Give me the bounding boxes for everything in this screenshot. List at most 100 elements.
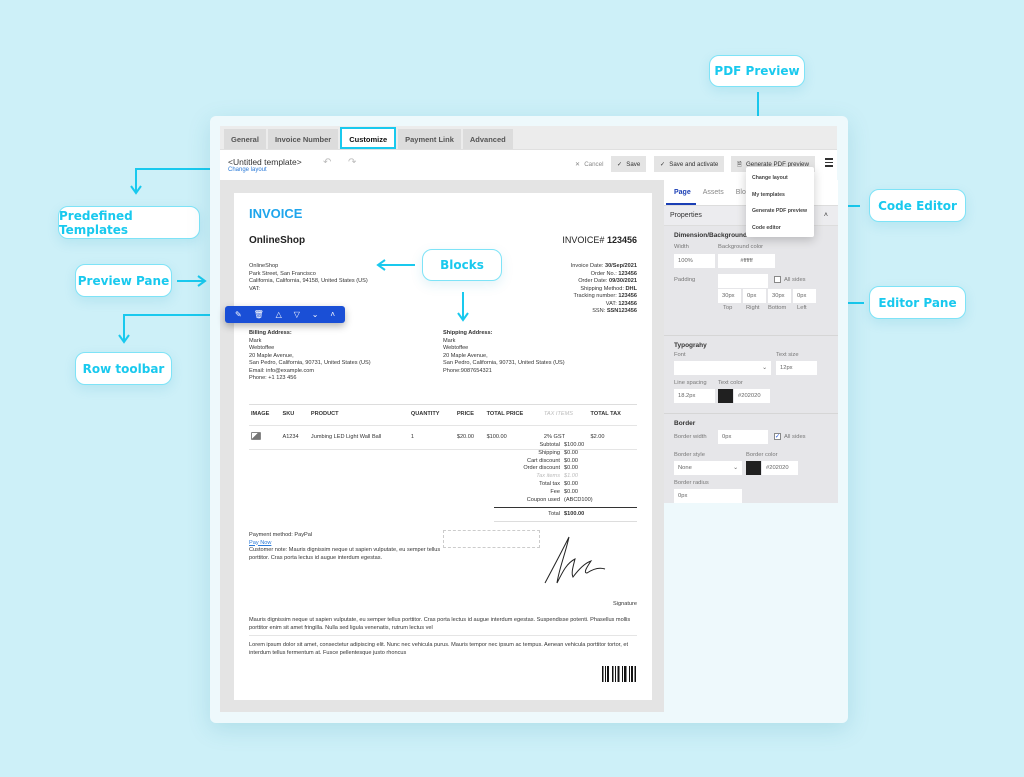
line-spacing-input[interactable]: 18.2px	[674, 389, 715, 403]
padding-left-input[interactable]: 0px	[793, 289, 816, 303]
save-button[interactable]: ✓ Save	[611, 156, 647, 172]
border-radius-input[interactable]: 0px	[674, 489, 742, 503]
border-color-swatch[interactable]	[746, 461, 761, 475]
arrow-blocks-down	[457, 292, 469, 322]
footer-paragraph: Mauris dignissim neque ut sapien vulputa…	[249, 617, 637, 637]
edit-icon[interactable]: ✎	[235, 310, 242, 319]
move-down-icon[interactable]: ⌄	[312, 310, 319, 319]
border-color-input[interactable]: #202020	[762, 461, 798, 475]
settings-tabs: General Invoice Number Customize Payment…	[220, 126, 837, 150]
redo-icon[interactable]: ↷	[348, 157, 356, 168]
tab-customize[interactable]: Customize	[340, 127, 397, 149]
tab-payment-link[interactable]: Payment Link	[398, 129, 461, 149]
tab-general[interactable]: General	[224, 129, 266, 149]
check-icon: ✓	[617, 160, 623, 168]
totals-row: Coupon used (ABCD100)	[526, 496, 593, 503]
shipping-address: Shipping Address: Mark Webtoffee 20 Mapl…	[443, 330, 565, 374]
tab-invoice-number[interactable]: Invoice Number	[267, 129, 339, 149]
arrow-preview-pane	[177, 275, 207, 287]
undo-icon[interactable]: ↶	[323, 157, 331, 168]
chevron-down-icon: ⌄	[762, 365, 767, 371]
table-header-row: IMAGE SKU PRODUCT QUANTITY PRICE TOTAL P…	[249, 405, 637, 426]
font-select[interactable]: ⌄	[674, 361, 771, 375]
padding-top-input[interactable]: 30px	[718, 289, 741, 303]
meta-row: Order Date: 09/30/2021	[578, 278, 637, 285]
border-all-sides-checkbox[interactable]: ✓ All sides	[774, 433, 806, 440]
border-width-input[interactable]: 0px	[718, 430, 768, 444]
cancel-button[interactable]: ✕ Cancel	[569, 156, 609, 172]
payment-block: Payment method: PayPal Pay Now Customer …	[249, 532, 444, 562]
signature-label: Signature	[613, 601, 637, 607]
padding-right-input[interactable]: 0px	[743, 289, 766, 303]
pdf-file-icon: 🗎	[737, 160, 742, 168]
menu-item-change-layout[interactable]: Change layout	[752, 171, 808, 188]
menu-item-generate-pdf[interactable]: Generate PDF preview	[752, 204, 808, 221]
totals-row: Tax items $1.00	[536, 473, 578, 480]
border-section: Border Border width 0px ✓ All sides Borde…	[664, 414, 838, 514]
text-size-input[interactable]: 12px	[776, 361, 817, 375]
change-layout-link[interactable]: Change layout	[228, 167, 267, 173]
totals-row: Order discount $0.00	[523, 465, 578, 472]
meta-row: Invoice Date: 30/Sep/2021	[570, 263, 637, 269]
totals-row: Shipping $0.00	[538, 449, 578, 456]
editor-toolbar: <Untitled template> Change layout ↶ ↷ ✕ C…	[220, 150, 837, 180]
billing-address: Billing Address: Mark Webtoffee 20 Maple…	[249, 330, 371, 382]
totals-row: Subtotal $100.00	[539, 442, 585, 448]
callout-row-toolbar: Row toolbar	[75, 352, 172, 385]
arrow-blocks-left	[376, 259, 415, 271]
grand-total-row: Total $100.00	[494, 506, 637, 523]
meta-row: SSN: SSN123456	[592, 308, 637, 315]
pay-now-link[interactable]: Pay Now	[249, 540, 444, 548]
menu-item-code-editor[interactable]: Code editor	[752, 221, 808, 238]
chevron-up-icon[interactable]: ˄	[824, 212, 828, 219]
template-name: <Untitled template>	[228, 157, 302, 167]
padding-input[interactable]	[718, 274, 768, 288]
menu-item-my-templates[interactable]: My templates	[752, 188, 808, 205]
meta-row: Order No.: 123456	[590, 270, 637, 277]
padding-bottom-input[interactable]: 30px	[768, 289, 791, 303]
insert-above-icon[interactable]: △	[276, 310, 282, 319]
check-icon: ✓	[660, 160, 666, 168]
checkbox-checked[interactable]: ✓	[774, 433, 781, 440]
move-up-icon[interactable]: ˄	[330, 310, 335, 319]
barcode-icon	[602, 666, 636, 682]
active-tab-indicator	[666, 203, 696, 205]
signature-placeholder	[443, 530, 540, 548]
close-icon: ✕	[575, 160, 581, 168]
delete-icon[interactable]: 🗑	[254, 310, 264, 319]
padding-all-sides-checkbox[interactable]: All sides	[774, 276, 806, 283]
callout-blocks: Blocks	[422, 249, 502, 281]
seller-address: OnlineShop Park Street, San Francisco Ca…	[249, 263, 368, 292]
callout-editor-pane: Editor Pane	[869, 286, 966, 319]
meta-row: Tracking number: 123456	[573, 293, 637, 300]
meta-row: Shipping Method: DHL	[580, 285, 637, 292]
totals-row: Cart discount $0.00	[527, 457, 578, 464]
invoice-title: INVOICE	[249, 206, 303, 221]
save-activate-button[interactable]: ✓ Save and activate	[654, 156, 725, 172]
options-menu: Change layout My templates Generate PDF …	[746, 167, 814, 237]
border-style-select[interactable]: None ⌄	[674, 461, 742, 475]
checkbox[interactable]	[774, 276, 781, 283]
callout-code-editor: Code Editor	[869, 189, 966, 222]
totals-row: Total tax $0.00	[539, 481, 578, 488]
hamburger-icon[interactable]	[825, 158, 833, 169]
width-input[interactable]: 100%	[674, 254, 715, 268]
signature-image	[544, 536, 606, 584]
totals-block: Subtotal $100.00 Shipping $0.00 Cart disco…	[494, 442, 637, 523]
totals-row: Fee $0.00	[550, 488, 578, 495]
tab-advanced[interactable]: Advanced	[462, 129, 513, 149]
background-color-input[interactable]: #ffffff	[718, 254, 775, 268]
callout-pdf-preview: PDF Preview	[709, 55, 805, 87]
text-color-swatch[interactable]	[718, 389, 733, 403]
callout-preview-pane: Preview Pane	[75, 264, 172, 297]
tab-assets[interactable]: Assets	[703, 189, 724, 196]
row-toolbar: ✎ 🗑 △ ▽ ⌄ ˄	[225, 306, 345, 323]
image-icon	[251, 431, 261, 440]
tab-page[interactable]: Page	[674, 189, 691, 196]
meta-row: VAT: 123456	[605, 300, 637, 307]
typography-section: Typograhy Font Text size ⌄ 12px Line spa…	[664, 336, 838, 414]
insert-below-icon[interactable]: ▽	[294, 310, 300, 319]
footer-paragraph: Lorem ipsum dolor sit amet, consectetur …	[249, 642, 629, 656]
text-color-input[interactable]: #202020	[734, 389, 770, 403]
dimension-section: Dimension/Background Width Background co…	[664, 226, 838, 336]
